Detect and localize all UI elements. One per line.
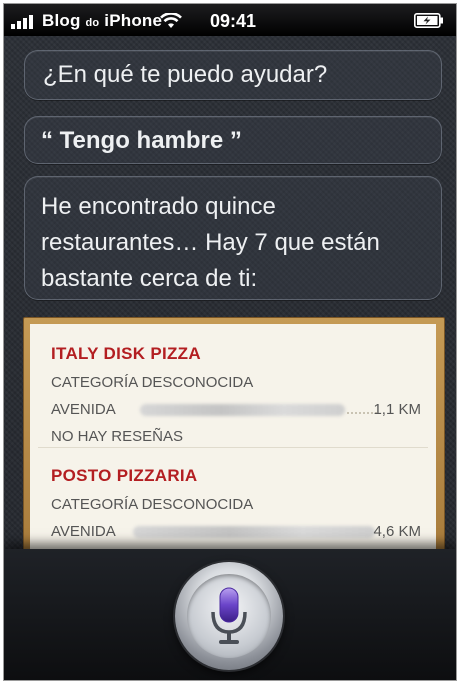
user-query-bubble[interactable]: “ Tengo hambre ” [24,116,442,164]
carrier-name: Blog do iPhone [42,11,163,30]
restaurant-category: CATEGORÍA DESCONOCIDA [51,496,254,513]
list-divider [38,447,428,448]
signal-bars-icon [11,15,41,29]
siri-reply-text: He encontrado quince restaurantes… Hay 7… [41,193,380,292]
restaurant-street: AVENIDA [51,401,116,418]
battery-charging-icon [414,13,443,28]
restaurant-name: POSTO PIZZARIA [51,466,198,485]
restaurant-results-card: ITALY DISK PIZZA CATEGORÍA DESCONOCIDA A… [23,317,445,559]
siri-reply-bubble: He encontrado quince restaurantes… Hay 7… [24,176,442,300]
restaurant-street: AVENIDA [51,523,116,540]
user-query-text: “ Tengo hambre ” [41,127,242,154]
restaurant-distance: 1,1 KM [373,401,421,418]
siri-prompt-text: ¿En qué te puedo ayudar? [43,61,328,88]
restaurant-reviews: NO HAY RESEÑAS [51,428,183,445]
siri-prompt-bubble: ¿En qué te puedo ayudar? [24,50,442,100]
status-bar: Blog do iPhone 09:41 [4,4,456,36]
status-time: 09:41 [210,11,257,31]
restaurant-distance: 4,6 KM [373,523,421,540]
siri-mic-button[interactable] [175,562,283,670]
restaurant-list: ITALY DISK PIZZA CATEGORÍA DESCONOCIDA A… [30,324,436,558]
blurred-address [133,526,375,538]
microphone-icon [211,587,247,644]
wifi-icon [160,13,182,28]
restaurant-name: ITALY DISK PIZZA [51,344,201,363]
restaurant-category: CATEGORÍA DESCONOCIDA [51,374,254,391]
restaurant-item[interactable]: POSTO PIZZARIA CATEGORÍA DESCONOCIDA AVE… [51,466,421,558]
blurred-address [140,404,345,416]
phone-screen: Blog do iPhone 09:41 ¿En qué te puedo ay… [3,3,457,681]
restaurant-item[interactable]: ITALY DISK PIZZA CATEGORÍA DESCONOCIDA A… [51,344,421,454]
